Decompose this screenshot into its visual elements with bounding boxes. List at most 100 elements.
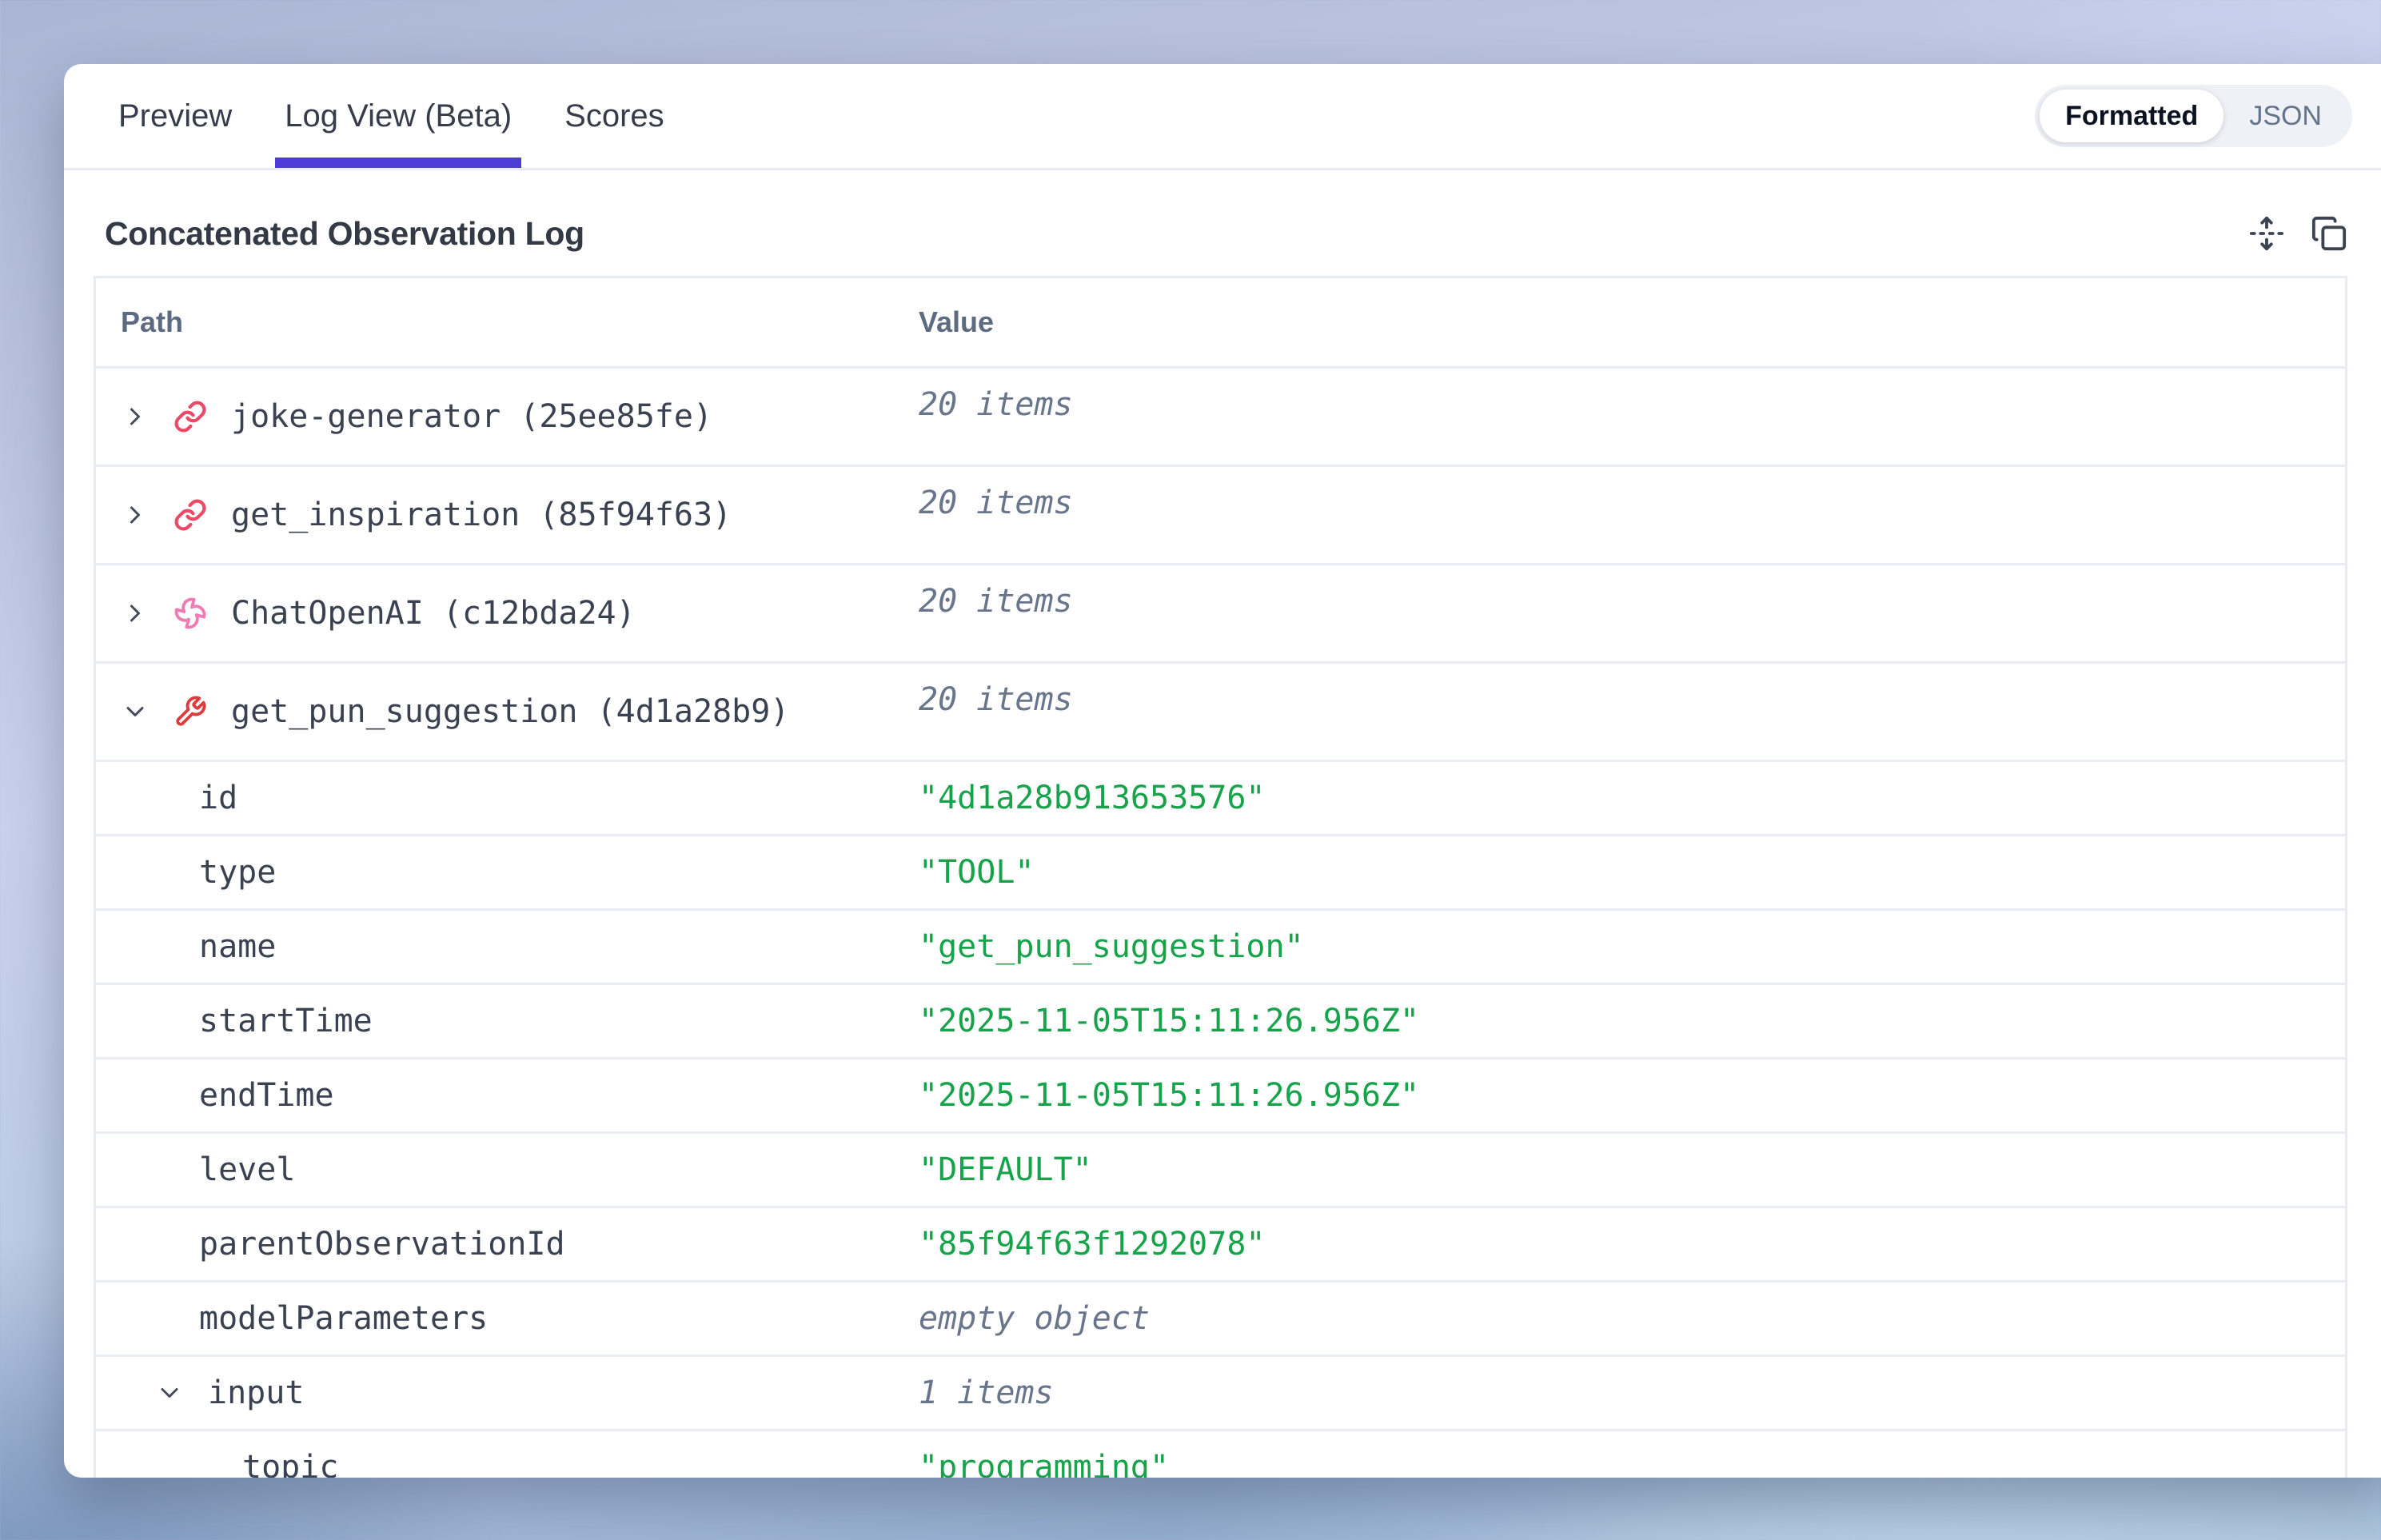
row-value-cell: 20 items xyxy=(919,369,2345,465)
row-key: name xyxy=(199,928,276,965)
table-row: id "4d1a28b913653576" xyxy=(96,762,2345,836)
table-row: topic "programming" xyxy=(96,1431,2345,1478)
chevron-right-icon[interactable] xyxy=(121,402,150,431)
row-path-cell: level xyxy=(96,1134,919,1206)
toggle-option-json[interactable]: JSON xyxy=(2223,90,2347,142)
row-value-cell: 1 items xyxy=(919,1357,2345,1429)
link-icon xyxy=(173,498,207,532)
row-value: "get_pun_suggestion" xyxy=(919,928,1304,965)
row-value: 20 items xyxy=(919,485,1073,521)
row-value: "85f94f63f1292078" xyxy=(919,1226,1265,1263)
row-path-cell: parentObservationId xyxy=(96,1208,919,1280)
main-card: Preview Log View (Beta) Scores Formatted… xyxy=(64,64,2381,1478)
chevron-right-icon[interactable] xyxy=(121,501,150,529)
table-body: joke-generator (25ee85fe) 20 items get_i… xyxy=(96,369,2345,1478)
row-path-cell: name xyxy=(96,911,919,983)
row-key: id xyxy=(199,780,237,816)
unfold-vertical-icon xyxy=(2248,215,2285,252)
row-key: input xyxy=(208,1374,304,1411)
row-key: endTime xyxy=(199,1077,334,1114)
row-path-cell: id xyxy=(96,762,919,834)
table-row: level "DEFAULT" xyxy=(96,1134,2345,1208)
tab-preview[interactable]: Preview xyxy=(115,64,235,168)
row-value-cell: "2025-11-05T15:11:26.956Z" xyxy=(919,985,2345,1057)
table-row: type "TOOL" xyxy=(96,836,2345,911)
column-header-value: Value xyxy=(919,305,2345,339)
row-key: get_inspiration (85f94f63) xyxy=(231,497,732,533)
row-value: 20 items xyxy=(919,583,1073,620)
table-header: Path Value xyxy=(96,278,2345,369)
format-toggle: Formatted JSON xyxy=(2035,85,2352,147)
unfold-vertical-button[interactable] xyxy=(2247,213,2287,253)
row-value: "2025-11-05T15:11:26.956Z" xyxy=(919,1077,1419,1114)
row-value-cell: "DEFAULT" xyxy=(919,1134,2345,1206)
row-value: "4d1a28b913653576" xyxy=(919,780,1265,816)
chevron-down-icon[interactable] xyxy=(155,1378,184,1407)
row-value: 20 items xyxy=(919,386,1073,423)
row-value-cell: "2025-11-05T15:11:26.956Z" xyxy=(919,1059,2345,1131)
row-key: type xyxy=(199,854,276,891)
tab-bar: Preview Log View (Beta) Scores Formatted… xyxy=(64,64,2381,170)
row-key: parentObservationId xyxy=(199,1226,565,1263)
table-row[interactable]: joke-generator (25ee85fe) 20 items xyxy=(96,369,2345,467)
row-path-cell: startTime xyxy=(96,985,919,1057)
tab-scores[interactable]: Scores xyxy=(561,64,668,168)
row-value: "programming" xyxy=(919,1449,1169,1478)
toggle-option-formatted[interactable]: Formatted xyxy=(2040,90,2223,142)
row-value-cell: "TOOL" xyxy=(919,836,2345,908)
row-path-cell: endTime xyxy=(96,1059,919,1131)
row-value: "DEFAULT" xyxy=(919,1151,1092,1188)
row-path-cell: topic xyxy=(96,1431,919,1478)
row-key: joke-generator (25ee85fe) xyxy=(231,398,712,435)
panel-header: Concatenated Observation Log xyxy=(105,213,2349,253)
row-value-cell: "programming" xyxy=(919,1431,2345,1478)
table-row[interactable]: get_inspiration (85f94f63) 20 items xyxy=(96,467,2345,565)
copy-button[interactable] xyxy=(2309,213,2349,253)
table-row: endTime "2025-11-05T15:11:26.956Z" xyxy=(96,1059,2345,1134)
column-header-path: Path xyxy=(96,305,919,339)
row-value: "TOOL" xyxy=(919,854,1035,891)
table-row: modelParameters empty object xyxy=(96,1283,2345,1357)
table-row: parentObservationId "85f94f63f1292078" xyxy=(96,1208,2345,1283)
copy-icon xyxy=(2311,215,2347,252)
row-path-cell: get_inspiration (85f94f63) xyxy=(96,467,919,563)
row-key: ChatOpenAI (c12bda24) xyxy=(231,595,636,632)
row-value-cell: 20 items xyxy=(919,565,2345,661)
wrench-icon xyxy=(173,695,207,728)
row-value: 1 items xyxy=(919,1374,1054,1411)
row-path-cell: get_pun_suggestion (4d1a28b9) xyxy=(96,664,919,760)
observation-log-table: Path Value joke-generator (25ee85fe) 20 … xyxy=(94,276,2347,1478)
log-toolbar xyxy=(2247,213,2349,253)
row-value: 20 items xyxy=(919,681,1073,718)
chevron-right-icon[interactable] xyxy=(121,599,150,628)
row-key: startTime xyxy=(199,1003,373,1039)
tabs: Preview Log View (Beta) Scores xyxy=(115,64,668,168)
row-key: level xyxy=(199,1151,295,1188)
row-value-cell: "4d1a28b913653576" xyxy=(919,762,2345,834)
row-path-cell: modelParameters xyxy=(96,1283,919,1354)
row-value-cell: 20 items xyxy=(919,664,2345,760)
row-key: get_pun_suggestion (4d1a28b9) xyxy=(231,693,789,730)
fan-icon xyxy=(173,596,207,630)
link-icon xyxy=(173,400,207,433)
chevron-down-icon[interactable] xyxy=(121,697,150,726)
row-value-cell: empty object xyxy=(919,1283,2345,1354)
row-path-cell: type xyxy=(96,836,919,908)
table-row[interactable]: input 1 items xyxy=(96,1357,2345,1431)
row-key: topic xyxy=(242,1449,338,1478)
row-value: empty object xyxy=(919,1300,1150,1337)
row-value-cell: "85f94f63f1292078" xyxy=(919,1208,2345,1280)
row-path-cell: ChatOpenAI (c12bda24) xyxy=(96,565,919,661)
table-row: startTime "2025-11-05T15:11:26.956Z" xyxy=(96,985,2345,1059)
row-value: "2025-11-05T15:11:26.956Z" xyxy=(919,1003,1419,1039)
row-path-cell: input xyxy=(96,1357,919,1429)
tab-log-view[interactable]: Log View (Beta) xyxy=(281,64,515,168)
row-value-cell: 20 items xyxy=(919,467,2345,563)
row-key: modelParameters xyxy=(199,1300,488,1337)
table-row[interactable]: get_pun_suggestion (4d1a28b9) 20 items xyxy=(96,664,2345,762)
row-value-cell: "get_pun_suggestion" xyxy=(919,911,2345,983)
table-row[interactable]: ChatOpenAI (c12bda24) 20 items xyxy=(96,565,2345,664)
page-title: Concatenated Observation Log xyxy=(105,215,584,253)
row-path-cell: joke-generator (25ee85fe) xyxy=(96,369,919,465)
table-row: name "get_pun_suggestion" xyxy=(96,911,2345,985)
